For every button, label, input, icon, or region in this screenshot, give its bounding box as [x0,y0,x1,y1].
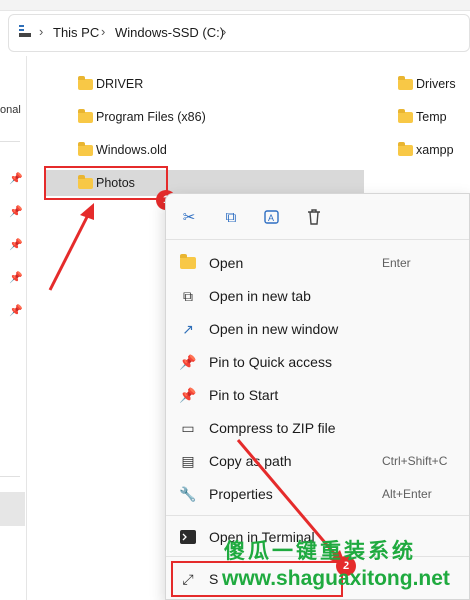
watermark-text-cn: 傻瓜一键重装系统 [224,540,416,563]
annotation-arrow [236,439,346,566]
watermark-url: www.shaguaxitong.net [222,567,450,590]
